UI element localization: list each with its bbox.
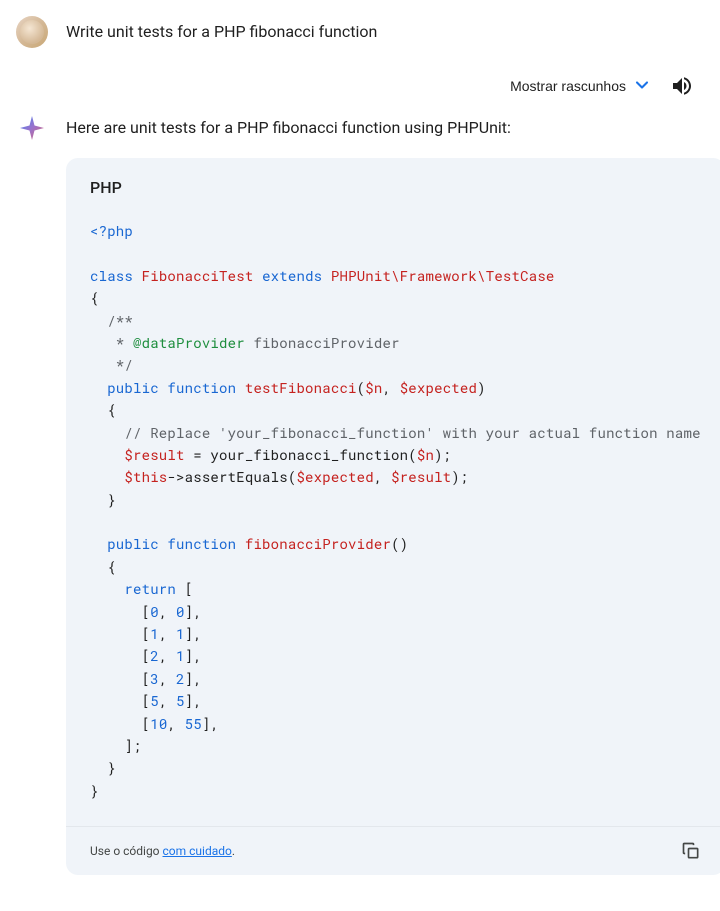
code-caution-link[interactable]: com cuidado (163, 844, 232, 858)
assistant-avatar (16, 112, 48, 144)
speaker-icon (670, 74, 694, 98)
assistant-intro-text: Here are unit tests for a PHP fibonacci … (66, 116, 720, 140)
assistant-message-row: Here are unit tests for a PHP fibonacci … (16, 112, 704, 875)
response-actions-row: Mostrar rascunhos (16, 68, 704, 112)
user-avatar (16, 16, 48, 48)
copy-icon (681, 841, 701, 861)
code-footer-prefix: Use o código (90, 844, 163, 858)
copy-code-button[interactable] (681, 841, 701, 861)
code-footer-suffix: . (232, 844, 235, 858)
code-footer: Use o código com cuidado. (66, 826, 720, 875)
show-drafts-label: Mostrar rascunhos (510, 78, 626, 94)
sparkle-icon (18, 114, 46, 142)
code-language-label: PHP (66, 158, 720, 210)
code-caution-text: Use o código com cuidado. (90, 842, 235, 860)
user-message-row: Write unit tests for a PHP fibonacci fun… (16, 16, 704, 48)
code-block: PHP <?php class FibonacciTest extends PH… (66, 158, 720, 875)
show-drafts-button[interactable]: Mostrar rascunhos (510, 75, 652, 98)
code-body[interactable]: <?php class FibonacciTest extends PHPUni… (66, 210, 720, 826)
assistant-content: Here are unit tests for a PHP fibonacci … (66, 112, 720, 875)
chevron-down-icon (632, 75, 652, 98)
user-prompt-text: Write unit tests for a PHP fibonacci fun… (66, 16, 704, 44)
read-aloud-button[interactable] (670, 74, 694, 98)
